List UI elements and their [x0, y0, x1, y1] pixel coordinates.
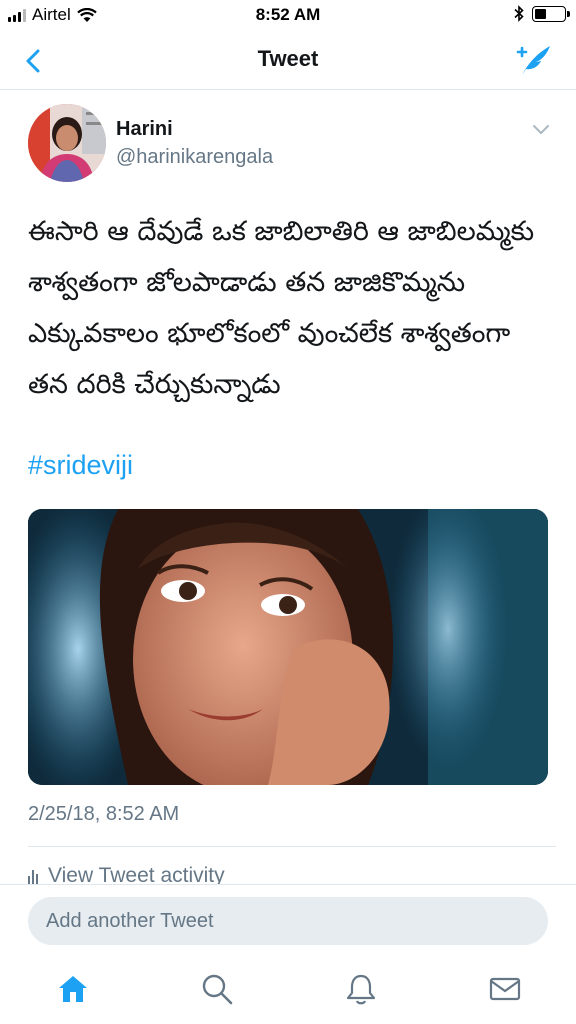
status-right: [514, 5, 570, 22]
battery-icon: [532, 5, 570, 22]
reply-input[interactable]: Add another Tweet: [28, 897, 548, 945]
reply-area: Add another Tweet: [0, 884, 576, 958]
analytics-icon: [28, 864, 38, 884]
view-tweet-activity[interactable]: View Tweet activity: [28, 864, 225, 886]
nav-bar: Tweet: [0, 32, 576, 90]
notifications-icon[interactable]: [344, 972, 378, 1006]
search-icon[interactable]: [200, 972, 234, 1006]
tweet-text: ఈసారి ఆ దేవుడే ఒక జాబిలాతిరి ఆ జాబిలమ్మక…: [28, 216, 535, 400]
home-icon[interactable]: [56, 972, 90, 1006]
bluetooth-icon: [514, 5, 524, 22]
tweet-header: Harini @harinikarengala: [28, 104, 558, 186]
author-name[interactable]: Harini: [116, 118, 173, 141]
page-title: Tweet: [257, 46, 319, 71]
tweet-timestamp: 2/25/18, 8:52 AM: [28, 803, 180, 825]
divider: [28, 846, 556, 847]
status-time: 8:52 AM: [255, 5, 321, 24]
tweet-media-image[interactable]: [28, 509, 548, 785]
compose-tweet-icon[interactable]: [514, 42, 554, 78]
status-bar: Airtel 8:52 AM: [0, 0, 576, 32]
reply-placeholder: Add another Tweet: [46, 910, 214, 932]
tab-bar: [0, 958, 576, 1024]
author-handle[interactable]: @harinikarengala: [116, 146, 273, 169]
chevron-down-icon[interactable]: [530, 118, 552, 140]
avatar[interactable]: [28, 104, 106, 182]
hashtag-link[interactable]: #srideviji: [28, 450, 133, 481]
messages-icon[interactable]: [488, 972, 522, 1006]
activity-label: View Tweet activity: [48, 864, 225, 886]
